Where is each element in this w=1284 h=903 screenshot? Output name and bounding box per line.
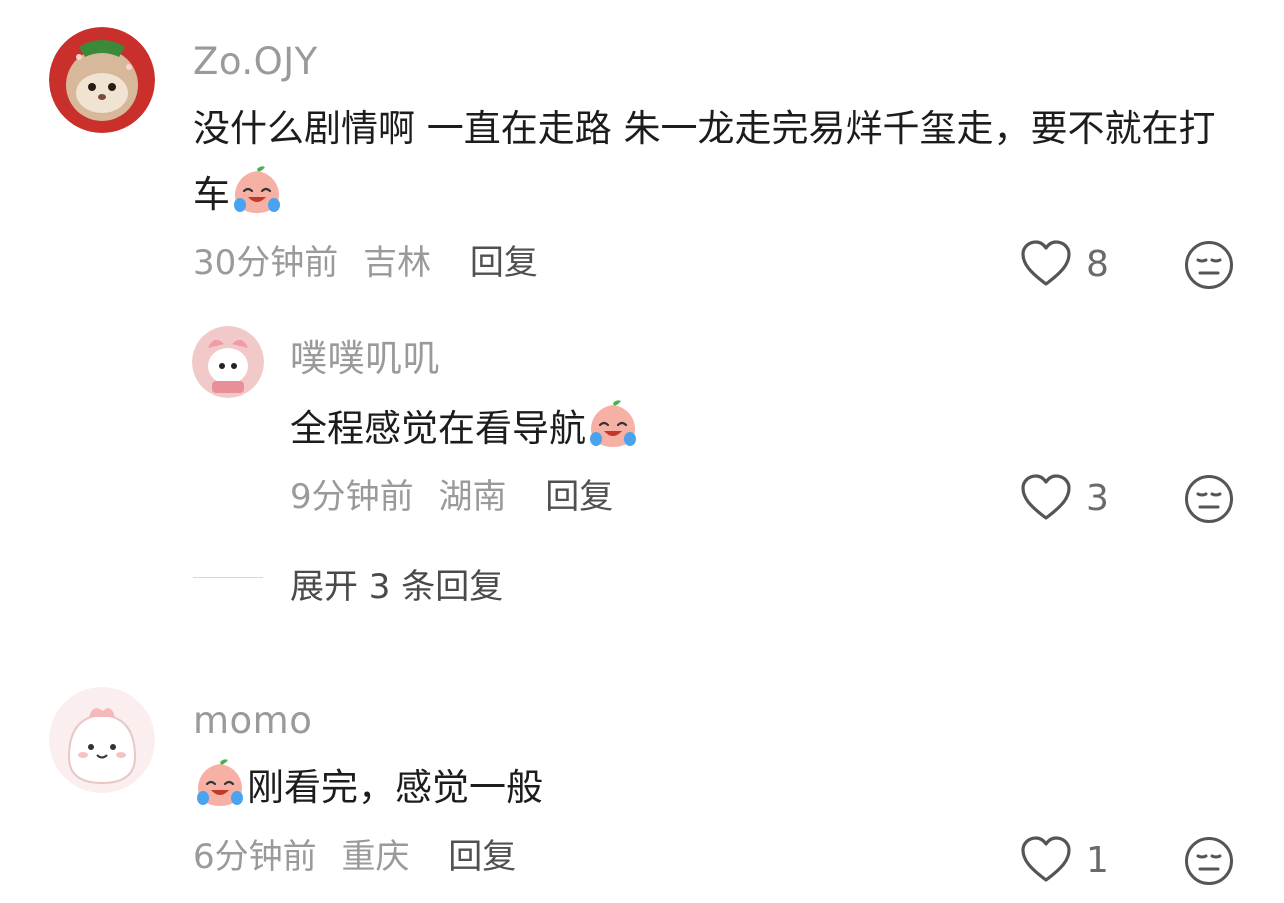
comment-text: 没什么剧情啊 一直在走路 朱一龙走完易烊千玺走，要不就在打车: [193, 96, 1238, 228]
reply-button[interactable]: 回复: [470, 243, 538, 283]
like-button[interactable]: 1: [1020, 836, 1109, 884]
heart-outline-icon: [1021, 240, 1071, 286]
comment-username[interactable]: Zo.OJY: [193, 43, 318, 80]
heart-outline-icon: [1021, 836, 1071, 882]
like-count: 3: [1086, 477, 1109, 519]
like-button[interactable]: 8: [1020, 240, 1109, 288]
comment-time: 6分钟前: [193, 837, 317, 877]
comment-location: 吉林: [363, 243, 432, 283]
reply-location: 湖南: [438, 477, 507, 517]
reply-body: 全程感觉在看导航: [290, 407, 586, 450]
comment-username[interactable]: momo: [193, 702, 312, 739]
avatar-momo[interactable]: [49, 687, 155, 793]
like-count: 1: [1086, 839, 1109, 881]
comment-body: 没什么剧情啊 一直在走路 朱一龙走完易烊千玺走，要不就在打车: [193, 107, 1216, 216]
like-button[interactable]: 3: [1020, 474, 1109, 522]
crying-laugh-emoji-icon: [586, 397, 640, 451]
reply-time: 9分钟前: [290, 477, 414, 517]
reply-meta: 9分钟前 湖南 回复: [290, 480, 613, 514]
reply-username[interactable]: 噗噗叽叽: [290, 340, 440, 377]
comment-body: 刚看完，感觉一般: [247, 766, 543, 809]
heart-outline-icon: [1021, 474, 1071, 520]
expand-replies-button[interactable]: 展开 3 条回复: [290, 559, 503, 608]
reply-text: 全程感觉在看导航: [290, 396, 1190, 462]
neutral-face-icon[interactable]: [1184, 474, 1234, 524]
expand-divider: [193, 577, 263, 578]
comment-location: 重庆: [341, 837, 410, 877]
crying-laugh-emoji-icon: [193, 756, 247, 810]
avatar-zoojy[interactable]: [49, 27, 155, 133]
comment-meta: 30分钟前 吉林 回复: [193, 246, 538, 280]
neutral-face-icon[interactable]: [1184, 240, 1234, 290]
crying-laugh-emoji-icon: [230, 163, 284, 217]
avatar-pupujiji[interactable]: [192, 326, 264, 398]
like-count: 8: [1086, 243, 1109, 285]
comment-text: 刚看完，感觉一般: [193, 755, 1093, 821]
reply-button[interactable]: 回复: [545, 477, 613, 517]
neutral-face-icon[interactable]: [1184, 836, 1234, 886]
comment-time: 30分钟前: [193, 243, 339, 283]
comment-meta: 6分钟前 重庆 回复: [193, 840, 516, 874]
reply-button[interactable]: 回复: [448, 837, 516, 877]
